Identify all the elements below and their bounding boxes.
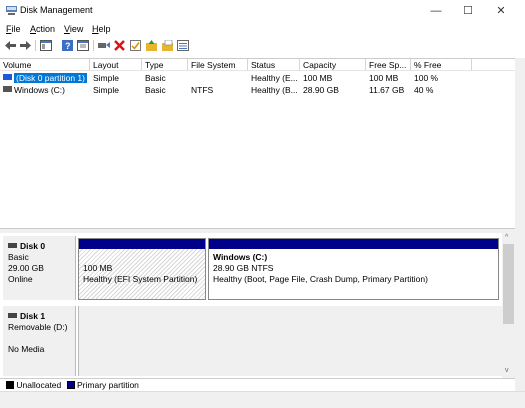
table-row-cell-status[interactable]: Healthy (B... xyxy=(248,85,300,96)
disk-0-label[interactable]: Disk 0 Basic 29.00 GB Online xyxy=(3,236,76,300)
table-row-cell-type[interactable]: Basic xyxy=(142,73,188,84)
column-header-volume[interactable]: Volume xyxy=(0,59,90,71)
table-row-cell-percent-free[interactable]: 100 % xyxy=(411,73,472,84)
table-row-cell-volume[interactable]: (Disk 0 partition 1) xyxy=(0,73,90,84)
volume-icon xyxy=(3,74,12,80)
menu-view[interactable]: View xyxy=(64,24,83,34)
partition-size: 28.90 GB NTFS xyxy=(213,263,274,273)
toolbar-separator xyxy=(93,40,94,51)
table-row-cell-free-space[interactable]: 11.67 GB xyxy=(366,85,411,96)
status-bar xyxy=(0,391,525,408)
back-arrow-icon[interactable] xyxy=(5,41,16,50)
disk-state: No Media xyxy=(8,344,45,354)
column-header-layout[interactable]: Layout xyxy=(90,59,142,71)
check-icon[interactable] xyxy=(130,40,141,51)
scroll-up-icon[interactable]: ^ xyxy=(505,234,508,241)
legend-unallocated: Unallocated xyxy=(16,380,62,390)
table-row-cell-free-space[interactable]: 100 MB xyxy=(366,73,411,84)
table-row-cell-percent-free[interactable]: 40 % xyxy=(411,85,472,96)
connect-icon[interactable] xyxy=(98,40,110,51)
toolbar-separator xyxy=(35,40,36,51)
list-view-icon[interactable] xyxy=(177,40,189,51)
disk-size: 29.00 GB xyxy=(8,263,44,273)
minimize-button[interactable]: — xyxy=(420,0,452,22)
disk-state: Online xyxy=(8,274,33,284)
scrollbar-thumb[interactable] xyxy=(503,244,514,324)
svg-text:?: ? xyxy=(65,41,71,51)
disk-name: Disk 1 xyxy=(20,311,46,321)
menu-help[interactable]: Help xyxy=(92,24,111,34)
disk-icon xyxy=(8,313,17,318)
disk-kind: Removable (D:) xyxy=(8,322,68,332)
legend: Unallocated Primary partition xyxy=(0,378,515,391)
close-button[interactable]: ✕ xyxy=(485,0,517,22)
delete-icon[interactable] xyxy=(114,40,125,51)
disk-size xyxy=(8,333,70,344)
partition-header xyxy=(79,239,205,249)
window-title: Disk Management xyxy=(20,5,93,15)
column-header-blank xyxy=(472,59,515,71)
unallocated-swatch xyxy=(6,381,14,389)
table-row-cell-layout[interactable]: Simple xyxy=(90,73,142,84)
efi-partition[interactable]: 100 MB Healthy (EFI System Partition) xyxy=(78,238,206,300)
folder-up-icon[interactable] xyxy=(146,40,157,51)
column-header-type[interactable]: Type xyxy=(142,59,188,71)
table-row-cell-capacity[interactable]: 100 MB xyxy=(300,73,366,84)
disk-icon xyxy=(8,243,17,248)
menu-action[interactable]: Action xyxy=(30,24,55,34)
primary-partition-swatch xyxy=(66,381,75,389)
disk-management-app-icon xyxy=(6,6,17,15)
disk-1-empty-area xyxy=(78,306,502,376)
table-row-cell-file-system[interactable] xyxy=(188,73,248,84)
disk-1-label[interactable]: Disk 1 Removable (D:) No Media xyxy=(3,306,76,376)
column-header-file-system[interactable]: File System xyxy=(188,59,248,71)
disk-kind: Basic xyxy=(8,252,29,262)
legend-primary-partition: Primary partition xyxy=(77,380,139,390)
disk-name: Disk 0 xyxy=(20,241,46,251)
column-header-capacity[interactable]: Capacity xyxy=(300,59,366,71)
partition-size: 100 MB xyxy=(83,263,113,273)
drive-icon xyxy=(3,86,12,92)
partition-status: Healthy (Boot, Page File, Crash Dump, Pr… xyxy=(213,274,428,284)
table-row-cell-file-system[interactable]: NTFS xyxy=(188,85,248,96)
menu-file[interactable]: File xyxy=(6,24,21,34)
table-row-cell-status[interactable]: Healthy (E... xyxy=(248,73,300,84)
table-row-cell-capacity[interactable]: 28.90 GB xyxy=(300,85,366,96)
help-icon[interactable]: ? xyxy=(62,40,73,51)
column-header-percent-free[interactable]: % Free xyxy=(411,59,472,71)
table-row-cell-layout[interactable]: Simple xyxy=(90,85,142,96)
properties-icon[interactable] xyxy=(77,40,89,51)
window-edge xyxy=(515,58,525,391)
partition-title: Windows (C:) xyxy=(213,252,268,262)
column-header-status[interactable]: Status xyxy=(248,59,300,71)
partition-status: Healthy (EFI System Partition) xyxy=(83,274,198,284)
table-row-cell-type[interactable]: Basic xyxy=(142,85,188,96)
table-row-cell-volume[interactable]: Windows (C:) xyxy=(0,85,90,96)
forward-arrow-icon[interactable] xyxy=(20,41,31,50)
folder-open-icon[interactable] xyxy=(162,40,173,51)
windows-partition[interactable]: Windows (C:) 28.90 GB NTFS Healthy (Boot… xyxy=(208,238,499,300)
volume-list[interactable]: Volume Layout Type File System Status Ca… xyxy=(0,58,515,228)
scroll-down-icon[interactable]: v xyxy=(505,367,509,374)
column-header-free-space[interactable]: Free Sp... xyxy=(366,59,411,71)
partition-header xyxy=(209,239,498,249)
console-tree-icon[interactable] xyxy=(40,40,52,51)
maximize-button[interactable]: ☐ xyxy=(452,0,484,22)
